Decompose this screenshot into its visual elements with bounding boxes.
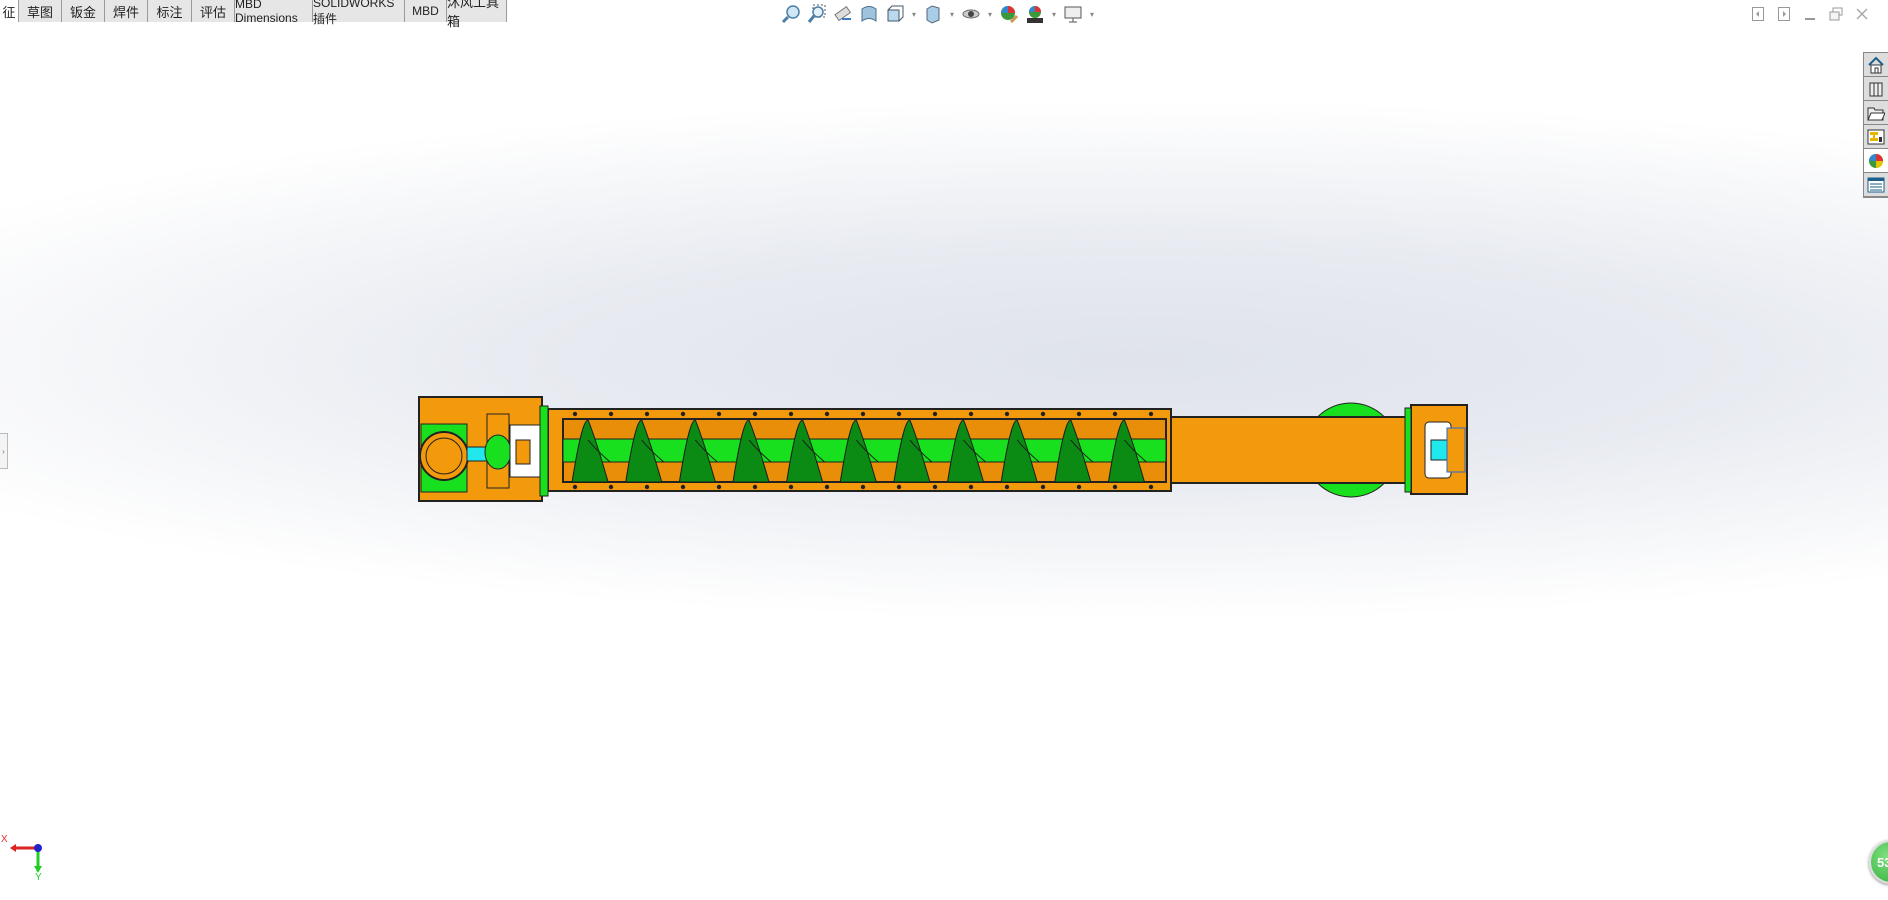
bolt xyxy=(1076,411,1082,417)
bolt xyxy=(1004,484,1010,490)
bolt xyxy=(1112,484,1118,490)
bolt xyxy=(1112,411,1118,417)
bolt xyxy=(752,411,758,417)
bolt xyxy=(932,411,938,417)
bolt xyxy=(680,484,686,490)
bolt xyxy=(608,484,614,490)
z-axis-dot xyxy=(34,844,42,852)
gearbox-motor xyxy=(419,431,469,481)
bolt xyxy=(824,484,830,490)
bolt xyxy=(932,484,938,490)
coordinate-triad: X Y xyxy=(0,826,50,885)
bolt xyxy=(1004,411,1010,417)
bearing xyxy=(484,434,512,470)
bolt xyxy=(1148,484,1154,490)
tail-coupling xyxy=(1430,439,1448,461)
bolt xyxy=(968,484,974,490)
bolt xyxy=(716,484,722,490)
screw-conveyor-model[interactable] xyxy=(0,0,1888,900)
triad-x-label: X xyxy=(1,834,8,845)
conveyor-tube xyxy=(1169,416,1415,484)
bolt xyxy=(788,484,794,490)
bolt xyxy=(1148,411,1154,417)
bolt xyxy=(1040,484,1046,490)
bolt xyxy=(716,411,722,417)
bolt xyxy=(896,484,902,490)
bolt xyxy=(644,484,650,490)
drive-coupling xyxy=(466,446,488,462)
bolt xyxy=(896,411,902,417)
bolt xyxy=(572,411,578,417)
triad-y-label: Y xyxy=(35,872,42,880)
bolt xyxy=(860,411,866,417)
bolt xyxy=(644,411,650,417)
bolt xyxy=(968,411,974,417)
bolt xyxy=(824,411,830,417)
bolt xyxy=(1076,484,1082,490)
bolt xyxy=(1040,411,1046,417)
bolt xyxy=(860,484,866,490)
bolt xyxy=(752,484,758,490)
bolt xyxy=(788,411,794,417)
bolt xyxy=(608,411,614,417)
bolt xyxy=(680,411,686,417)
bolt xyxy=(572,484,578,490)
